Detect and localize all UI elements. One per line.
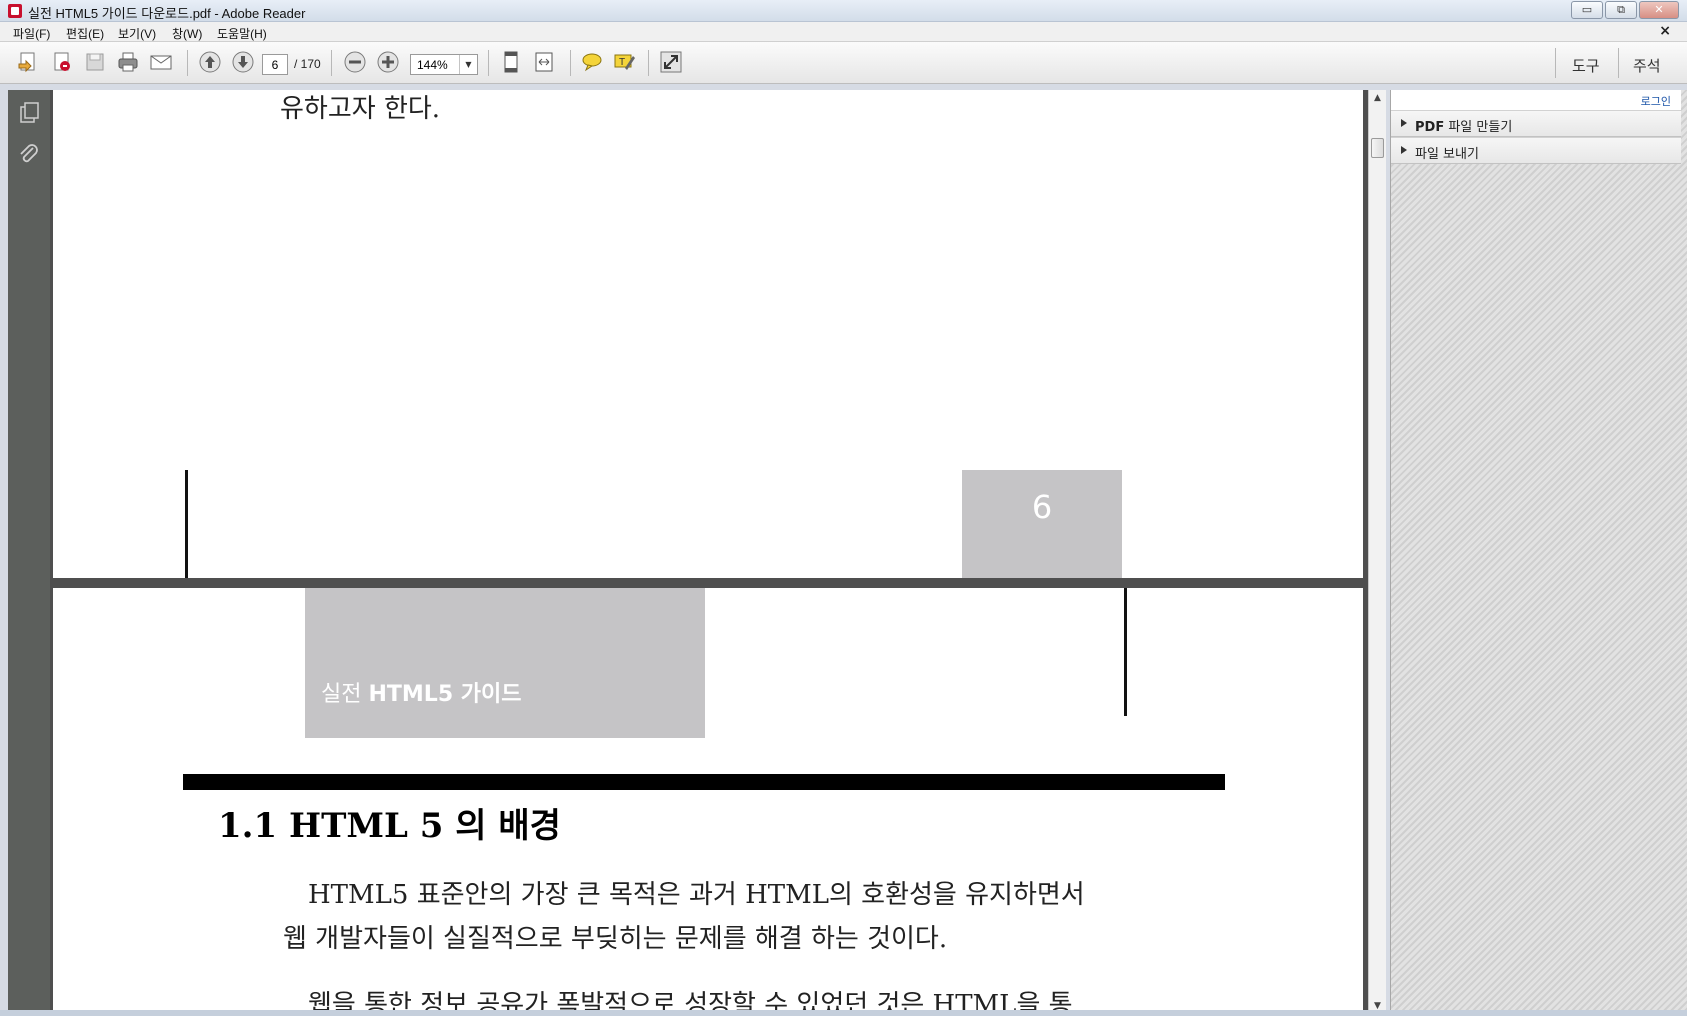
page-down-icon[interactable]	[231, 50, 255, 74]
heading-rule	[183, 774, 1225, 790]
toolbar-separator	[648, 50, 649, 76]
full-screen-icon[interactable]	[659, 50, 683, 74]
toolbar: / 170 144% ▼ T 도구 주석	[0, 42, 1687, 84]
page-total: / 170	[294, 57, 321, 71]
panel-label: 파일 보내기	[1415, 147, 1479, 162]
zoom-select[interactable]: 144% ▼	[410, 54, 478, 75]
vertical-scrollbar[interactable]: ▲ ▼	[1368, 90, 1386, 1016]
page-up-icon[interactable]	[198, 50, 222, 74]
menu-window[interactable]: 창(W)	[172, 25, 202, 42]
menu-edit[interactable]: 편집(E)	[66, 25, 104, 42]
adobe-reader-icon	[8, 4, 22, 18]
minimize-button[interactable]: ▭	[1571, 1, 1603, 19]
zoom-out-icon[interactable]	[343, 50, 367, 74]
book-title-box: 실전 HTML5 가이드	[305, 588, 705, 738]
menu-file[interactable]: 파일(F)	[13, 25, 50, 42]
tools-button[interactable]: 도구	[1572, 55, 1600, 76]
comment-icon[interactable]	[580, 50, 604, 74]
title-bar: 실전 HTML5 가이드 다운로드.pdf - Adobe Reader ▭ ⧉…	[0, 0, 1687, 22]
scroll-up-icon[interactable]: ▲	[1369, 90, 1386, 106]
pdf-page-6: 유하고자 한다. 6	[53, 90, 1363, 578]
menu-help[interactable]: 도움말(H)	[217, 25, 267, 42]
menu-view[interactable]: 보기(V)	[118, 25, 156, 42]
window-bottom-border	[0, 1010, 1687, 1016]
highlight-icon[interactable]: T	[613, 50, 637, 74]
pdf-page-7: 실전 HTML5 가이드 1.1 HTML 5 의 배경 HTML5 표준안의 …	[53, 588, 1363, 1016]
close-button[interactable]: ✕	[1639, 1, 1679, 19]
crop-mark	[185, 470, 188, 578]
toolbar-separator	[570, 50, 571, 76]
close-document-icon[interactable]: ×	[1659, 23, 1671, 39]
crop-mark	[1124, 588, 1127, 716]
paragraph-line: 웹 개발자들이 실질적으로 부딪히는 문제를 해결 하는 것이다.	[283, 924, 948, 954]
send-file-panel[interactable]: 파일 보내기	[1391, 137, 1681, 164]
section-heading: 1.1 HTML 5 의 배경	[218, 806, 561, 846]
paragraph-line: HTML5 표준안의 가장 큰 목적은 과거 HTML의 호환성을 유지하면서	[308, 880, 1085, 910]
chevron-down-icon[interactable]: ▼	[459, 55, 477, 74]
create-pdf-icon[interactable]	[16, 50, 40, 74]
restore-button[interactable]: ⧉	[1605, 1, 1637, 19]
expand-arrow-icon	[1401, 146, 1407, 154]
page-number-input[interactable]	[262, 54, 288, 75]
tools-pane-header: 로그인	[1391, 90, 1681, 110]
document-viewport[interactable]: 유하고자 한다. 6 실전 HTML5 가이드 1.1 HTML 5 의 배경 …	[50, 90, 1368, 1016]
fit-width-icon[interactable]	[532, 50, 556, 74]
svg-text:T: T	[619, 57, 625, 68]
page-number-box: 6	[962, 470, 1122, 578]
expand-arrow-icon	[1401, 119, 1407, 127]
window-title: 실전 HTML5 가이드 다운로드.pdf - Adobe Reader	[28, 6, 306, 21]
toolbar-separator	[187, 50, 188, 76]
print-icon[interactable]	[116, 50, 140, 74]
toolbar-separator	[1618, 48, 1619, 78]
toolbar-separator	[331, 50, 332, 76]
panel-label: PDF 파일 만들기	[1415, 120, 1513, 135]
create-pdf-panel[interactable]: PDF 파일 만들기	[1391, 110, 1681, 137]
pages-icon[interactable]	[16, 100, 42, 126]
login-link[interactable]: 로그인	[1641, 93, 1671, 109]
comment-button[interactable]: 주석	[1633, 55, 1661, 76]
save-icon[interactable]	[83, 50, 107, 74]
scroll-thumb[interactable]	[1371, 138, 1384, 158]
zoom-in-icon[interactable]	[376, 50, 400, 74]
paragraph-text: 유하고자 한다.	[280, 94, 441, 124]
convert-icon[interactable]	[50, 50, 74, 74]
zoom-value: 144%	[417, 58, 448, 72]
window-controls: ▭ ⧉ ✕	[1571, 1, 1679, 19]
page-number-label: 6	[1031, 488, 1053, 526]
toolbar-separator	[1555, 48, 1556, 78]
book-title: 실전 HTML5 가이드	[321, 682, 522, 707]
tools-pane: 로그인 PDF 파일 만들기 파일 보내기	[1390, 90, 1687, 1016]
fit-page-icon[interactable]	[499, 50, 523, 74]
attachment-icon[interactable]	[16, 142, 42, 168]
left-navigation-pane	[8, 90, 50, 1016]
toolbar-separator	[488, 50, 489, 76]
menu-bar: 파일(F) 편집(E) 보기(V) 창(W) 도움말(H) ×	[0, 22, 1687, 42]
email-icon[interactable]	[149, 50, 173, 74]
